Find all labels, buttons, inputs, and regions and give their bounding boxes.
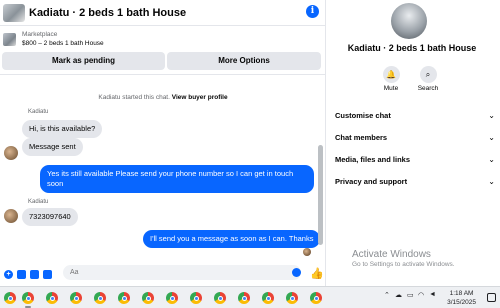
more-options-button[interactable]: More Options <box>167 52 321 70</box>
clock-date: 3/15/2025 <box>447 299 476 306</box>
messenger-window: Kadiatu · 2 beds 1 bath House i Marketpl… <box>0 0 500 286</box>
clock-time: 1:18 AM <box>449 290 474 297</box>
chrome-icon[interactable] <box>142 292 154 304</box>
chrome-icon[interactable] <box>214 292 226 304</box>
chrome-icon[interactable] <box>238 292 250 304</box>
chrome-icon[interactable] <box>94 292 106 304</box>
search-label: Search <box>417 85 439 92</box>
add-icon[interactable]: + <box>4 269 13 279</box>
bell-icon: 🔔 <box>382 66 400 83</box>
wifi-icon[interactable]: ◠ <box>418 291 424 299</box>
chat-scrollbar[interactable] <box>318 145 323 245</box>
listing-price-title: $800 – 2 beds 1 bath House <box>22 40 104 47</box>
message-bubble-incoming[interactable]: Message sent <box>22 138 83 156</box>
image-icon[interactable] <box>43 269 52 279</box>
chrome-icon[interactable] <box>286 292 298 304</box>
chat-title[interactable]: Kadiatu · 2 beds 1 bath House <box>29 7 186 19</box>
chevron-down-icon: ⌄ <box>488 177 495 186</box>
section-customise-chat[interactable]: Customise chat ⌄ <box>335 109 495 123</box>
mute-button[interactable]: 🔔 Mute <box>376 66 406 92</box>
chevron-down-icon: ⌄ <box>488 133 495 142</box>
chrome-icon[interactable] <box>70 292 82 304</box>
taskbar: ⌃ ☁ ▭ ◠ ◄ 1:18 AM 3/15/2025 <box>0 286 500 308</box>
listing-label: Marketplace <box>22 31 58 38</box>
mute-label: Mute <box>383 85 399 92</box>
seen-avatar-icon <box>303 248 311 256</box>
message-bubble-outgoing[interactable]: I'll send you a message as soon as I can… <box>143 230 321 248</box>
chrome-icon[interactable] <box>310 292 322 304</box>
system-message: Kadiatu started this chat. View buyer pr… <box>98 94 228 101</box>
section-chat-members[interactable]: Chat members ⌄ <box>335 131 495 145</box>
message-bubble-outgoing[interactable]: Yes its still available Please send your… <box>40 165 314 193</box>
listing-thumbnail <box>3 32 16 46</box>
chrome-icon[interactable] <box>262 292 274 304</box>
chrome-icon[interactable] <box>118 292 130 304</box>
activate-windows-watermark: Activate Windows Go to Settings to activ… <box>352 249 455 268</box>
chevron-down-icon: ⌄ <box>488 111 495 120</box>
chevron-up-icon[interactable]: ⌃ <box>384 291 390 299</box>
buyer-avatar[interactable] <box>4 146 18 160</box>
gif-icon[interactable] <box>17 269 26 279</box>
battery-icon[interactable]: ▭ <box>407 291 414 299</box>
chrome-icon[interactable] <box>22 292 34 304</box>
system-clock[interactable]: 1:18 AM 3/15/2025 <box>447 289 476 307</box>
thumbs-up-icon[interactable]: 👍 <box>310 267 324 280</box>
search-button[interactable]: ⌕ Search <box>413 66 443 92</box>
buyer-avatar[interactable] <box>4 209 18 223</box>
chat-header: Kadiatu · 2 beds 1 bath House i <box>0 0 326 26</box>
chrome-icon[interactable] <box>166 292 178 304</box>
message-bubble-incoming[interactable]: 7323097640 <box>22 208 78 226</box>
listing-avatar[interactable] <box>3 3 25 22</box>
listing-photo[interactable] <box>391 3 427 39</box>
chrome-icon[interactable] <box>46 292 58 304</box>
search-icon: ⌕ <box>419 66 437 83</box>
mark-as-pending-button[interactable]: Mark as pending <box>2 52 165 70</box>
divider <box>0 74 326 75</box>
notification-icon[interactable] <box>487 293 496 302</box>
info-icon[interactable]: i <box>306 5 319 18</box>
emoji-icon[interactable] <box>292 268 301 277</box>
listing-card[interactable]: Marketplace $800 – 2 beds 1 bath House <box>0 27 326 51</box>
message-bubble-incoming[interactable]: Hi, is this available? <box>22 120 103 138</box>
sticker-icon[interactable] <box>30 269 39 279</box>
view-buyer-profile-link[interactable]: View buyer profile <box>172 94 228 101</box>
panel-title: Kadiatu · 2 beds 1 bath House <box>347 43 477 53</box>
message-composer: + 👍 <box>0 262 326 286</box>
sender-name: Kadiatu <box>28 109 49 115</box>
chat-column: Kadiatu · 2 beds 1 bath House i Marketpl… <box>0 0 326 286</box>
section-media-files-links[interactable]: Media, files and links ⌄ <box>335 153 495 167</box>
chrome-icon[interactable] <box>190 292 202 304</box>
sender-name: Kadiatu <box>28 199 49 205</box>
chevron-down-icon: ⌄ <box>488 155 495 164</box>
volume-icon[interactable]: ◄ <box>429 291 436 298</box>
section-privacy-support[interactable]: Privacy and support ⌄ <box>335 175 495 189</box>
cloud-icon[interactable]: ☁ <box>395 291 402 299</box>
details-panel: Kadiatu · 2 beds 1 bath House 🔔 Mute ⌕ S… <box>327 0 500 286</box>
message-input[interactable] <box>63 265 301 280</box>
chrome-icon[interactable] <box>4 292 16 304</box>
